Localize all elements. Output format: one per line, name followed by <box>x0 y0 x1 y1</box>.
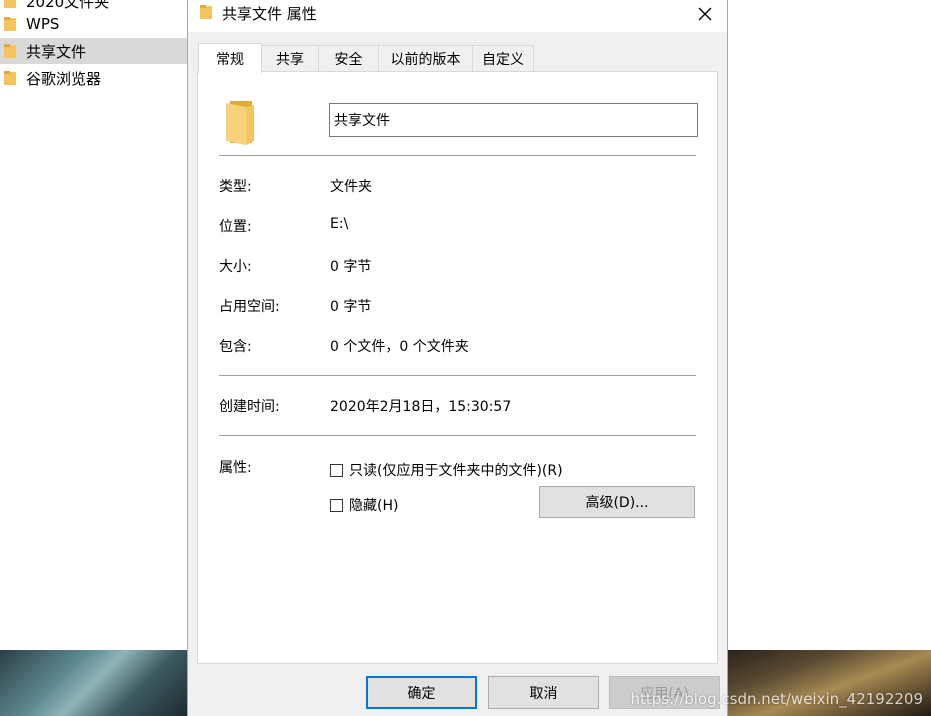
created-label: 创建时间: <box>219 399 280 415</box>
attributes-label: 属性: <box>219 460 252 476</box>
readonly-checkbox[interactable]: 只读(仅应用于文件夹中的文件)(R) <box>330 460 563 480</box>
explorer-item-label: 2020文件夹 <box>26 0 110 11</box>
explorer-item[interactable]: 谷歌浏览器 <box>0 65 188 91</box>
size-label: 大小: <box>219 259 252 275</box>
cancel-button[interactable]: 取消 <box>488 676 599 709</box>
advanced-button[interactable]: 高级(D)... <box>539 486 695 518</box>
folder-name-input[interactable] <box>329 103 698 137</box>
tab-customize[interactable]: 自定义 <box>472 45 534 72</box>
tab-security[interactable]: 安全 <box>318 45 379 72</box>
contains-value: 0 个文件，0 个文件夹 <box>330 339 469 355</box>
contains-label: 包含: <box>219 339 252 355</box>
folder-icon <box>226 101 254 145</box>
watermark-text: https://blog.csdn.net/weixin_42192209 <box>630 690 923 708</box>
ok-button[interactable]: 确定 <box>366 676 477 709</box>
close-button[interactable] <box>683 0 727 28</box>
created-value: 2020年2月18日，15:30:57 <box>330 399 512 415</box>
dialog-title: 共享文件 属性 <box>222 5 317 23</box>
size-value: 0 字节 <box>330 259 372 275</box>
folder-icon <box>4 17 16 31</box>
desktop-wallpaper <box>0 650 188 716</box>
hidden-checkbox-label: 隐藏(H) <box>349 498 399 514</box>
tab-previous-versions[interactable]: 以前的版本 <box>378 45 473 72</box>
folder-icon <box>4 0 16 8</box>
folder-icon <box>200 5 212 19</box>
tab-sharing[interactable]: 共享 <box>261 45 319 72</box>
dialog-titlebar[interactable]: 共享文件 属性 <box>188 0 727 32</box>
explorer-item-label: 共享文件 <box>26 42 87 61</box>
folder-icon <box>4 71 16 85</box>
general-tab-panel: 类型: 文件夹 位置: E:\ 大小: 0 字节 占用空间: 0 字节 包含: … <box>197 71 718 664</box>
size-on-disk-value: 0 字节 <box>330 299 372 315</box>
type-value: 文件夹 <box>330 179 372 195</box>
properties-dialog: 共享文件 属性 常规 共享 安全 以前的版本 自定义 类型: 文件夹 位置: E… <box>187 0 728 716</box>
type-label: 类型: <box>219 179 252 195</box>
location-label: 位置: <box>219 219 252 235</box>
separator <box>219 155 696 156</box>
close-icon <box>698 7 712 21</box>
explorer-navigation-pane: 2020文件夹 WPS 共享文件 谷歌浏览器 <box>0 0 188 650</box>
hidden-checkbox[interactable]: 隐藏(H) <box>330 495 398 515</box>
separator <box>219 435 696 436</box>
location-value: E:\ <box>330 216 349 232</box>
explorer-item-label: WPS <box>26 15 60 33</box>
explorer-item-selected[interactable]: 共享文件 <box>0 38 188 64</box>
size-on-disk-label: 占用空间: <box>219 299 280 315</box>
readonly-checkbox-label: 只读(仅应用于文件夹中的文件)(R) <box>349 463 563 479</box>
checkbox-box[interactable] <box>330 498 343 512</box>
explorer-item-label: 谷歌浏览器 <box>26 69 102 88</box>
separator <box>219 375 696 376</box>
folder-icon <box>4 44 16 58</box>
explorer-item[interactable]: WPS <box>0 11 188 37</box>
checkbox-box[interactable] <box>330 463 343 477</box>
tab-general[interactable]: 常规 <box>198 43 262 73</box>
